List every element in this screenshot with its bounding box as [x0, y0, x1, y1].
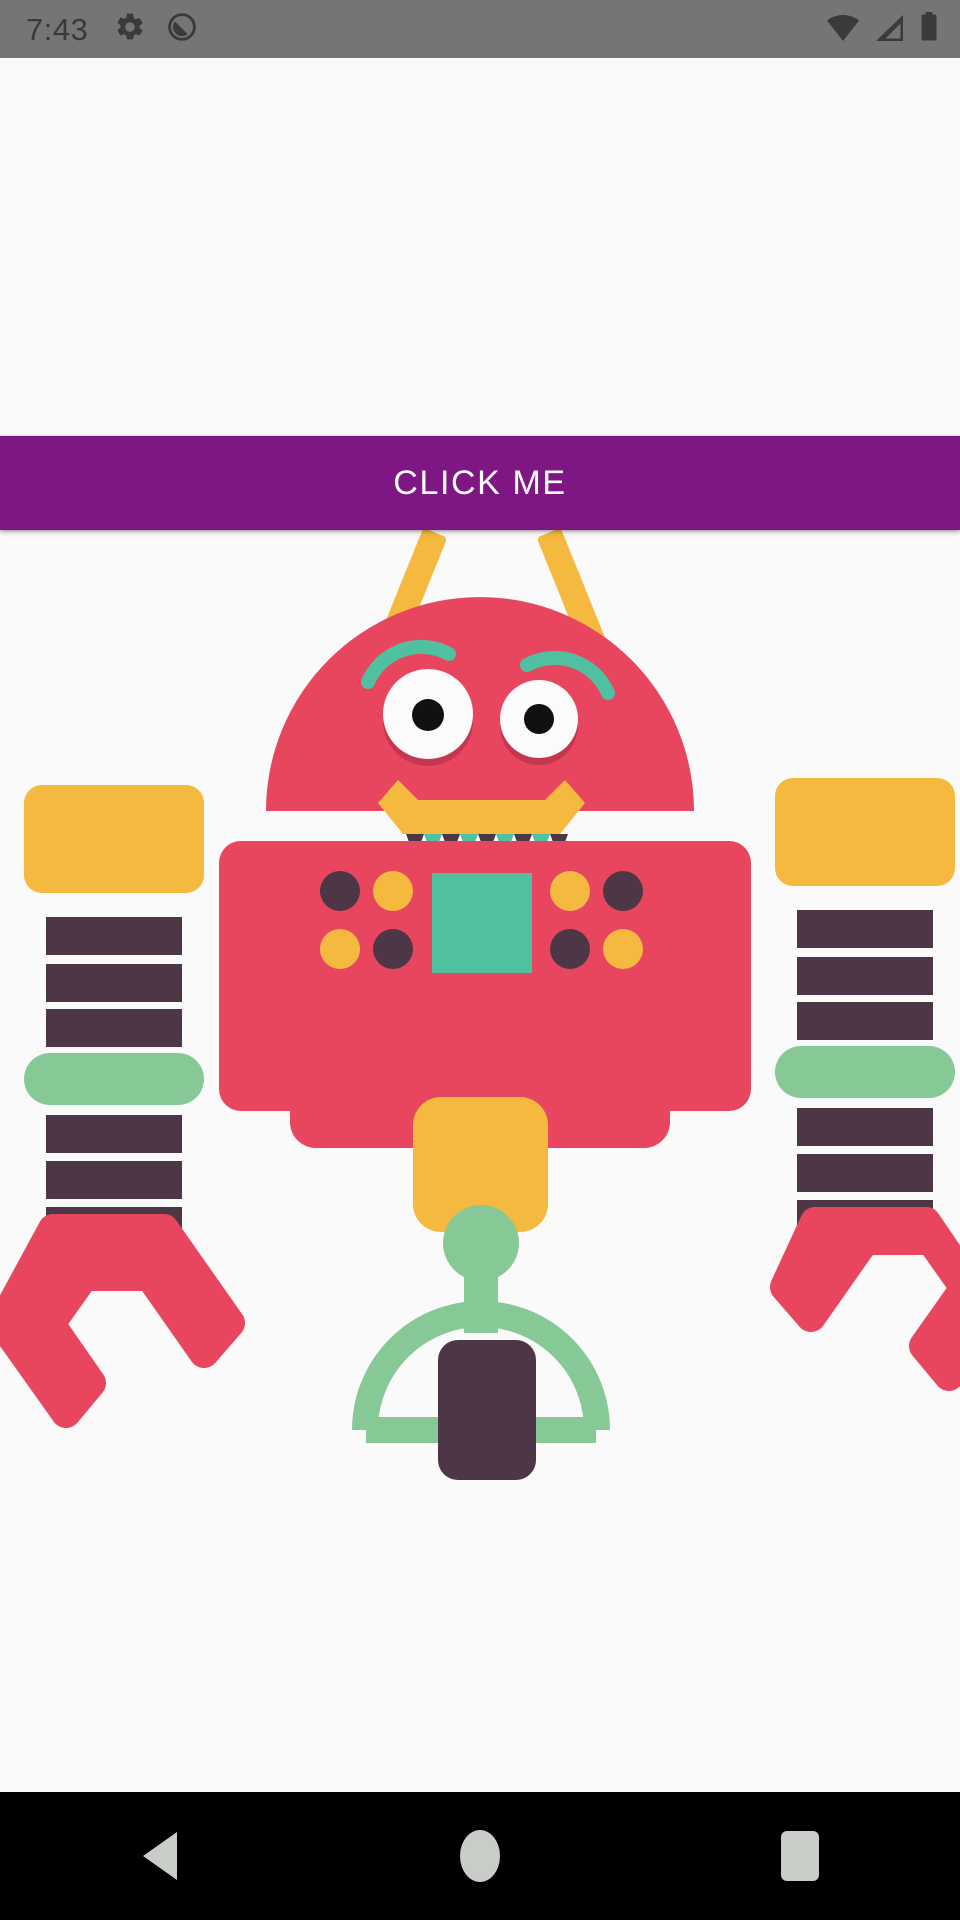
android-screen: 7:43 CLICK ME [0, 0, 960, 1920]
nav-back-button[interactable] [80, 1792, 240, 1920]
triangle-left-icon [143, 1832, 177, 1880]
square-icon [781, 1831, 819, 1881]
gear-icon [114, 11, 146, 48]
status-bar: 7:43 [0, 0, 960, 58]
right-shoulder [775, 778, 955, 886]
battery-icon [920, 11, 938, 47]
robot-illustration [0, 529, 960, 1480]
circle-icon [460, 1830, 500, 1882]
eye-left [383, 669, 473, 759]
robot-arm-left [0, 785, 245, 1428]
nav-home-button[interactable] [400, 1792, 560, 1920]
status-left-icons [114, 11, 198, 48]
status-right-icons [826, 11, 938, 47]
robot-arm-right [770, 778, 960, 1391]
wifi-icon [826, 14, 860, 47]
eye-right [500, 680, 578, 758]
torso-screen [432, 873, 532, 973]
status-clock: 7:43 [26, 11, 89, 47]
robot-head [266, 597, 694, 811]
click-me-button[interactable]: CLICK ME [0, 436, 960, 530]
right-claw [770, 1207, 960, 1391]
left-shoulder [24, 785, 204, 893]
do-not-disturb-icon [166, 11, 198, 48]
robot-base-block [438, 1340, 536, 1480]
right-elbow [775, 1046, 955, 1098]
left-claw [0, 1214, 245, 1428]
cellular-signal-icon [875, 14, 905, 47]
navigation-bar [0, 1792, 960, 1920]
nav-recents-button[interactable] [720, 1792, 880, 1920]
left-elbow [24, 1053, 204, 1105]
main-content: CLICK ME [0, 58, 960, 1792]
